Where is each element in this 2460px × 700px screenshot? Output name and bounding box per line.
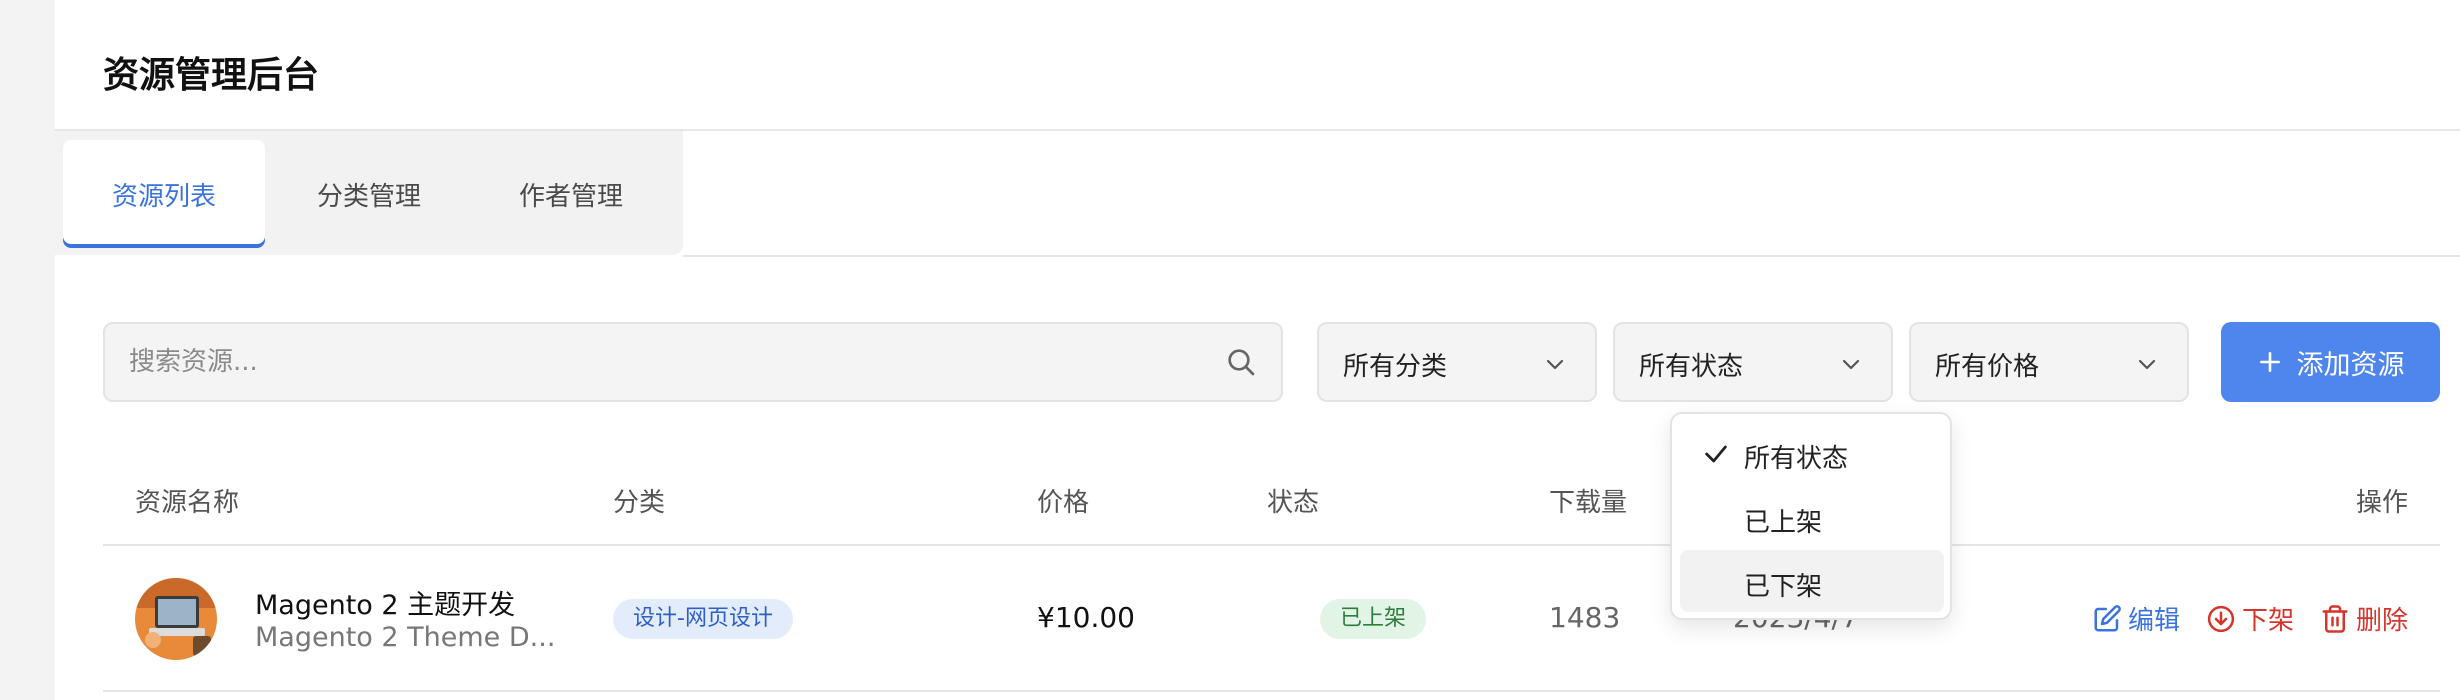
unpublish-button[interactable]: 下架 xyxy=(2206,600,2294,637)
status-select[interactable]: 所有状态 xyxy=(1613,322,1893,402)
edit-label: 编辑 xyxy=(2127,606,2180,636)
status-option-unpublished[interactable]: 已下架 xyxy=(1680,550,1944,612)
price-select[interactable]: 所有价格 xyxy=(1909,322,2189,402)
search-input[interactable] xyxy=(129,324,1189,400)
category-badge: 设计-网页设计 xyxy=(613,599,793,639)
status-option-label: 所有状态 xyxy=(1744,444,1849,474)
status-badge: 已上架 xyxy=(1320,599,1427,639)
category-select[interactable]: 所有分类 xyxy=(1317,322,1597,402)
chevron-down-icon xyxy=(1842,359,1860,370)
column-header-status: 状态 xyxy=(1267,488,1320,518)
page-title: 资源管理后台 xyxy=(103,55,320,96)
category-select-value: 所有分类 xyxy=(1343,352,1448,382)
status-select-value: 所有状态 xyxy=(1639,352,1744,382)
status-option-label: 已下架 xyxy=(1744,572,1823,602)
status-option-all[interactable]: 所有状态 xyxy=(1680,422,1944,484)
price-value: ¥10.00 xyxy=(1037,601,1135,634)
add-resource-label: 添加资源 xyxy=(2296,349,2405,380)
add-resource-button[interactable]: 添加资源 xyxy=(2221,322,2440,402)
app-header: 资源管理后台 xyxy=(55,0,2460,131)
arrow-down-circle-icon xyxy=(2207,605,2235,632)
column-header-category: 分类 xyxy=(613,488,666,518)
resource-thumbnail xyxy=(135,578,217,660)
status-option-label: 已上架 xyxy=(1744,508,1823,538)
delete-label: 删除 xyxy=(2355,606,2408,636)
tabs-divider xyxy=(683,255,2460,257)
chevron-down-icon xyxy=(2138,359,2156,370)
status-option-published[interactable]: 已上架 xyxy=(1680,486,1944,548)
tab-author-management[interactable]: 作者管理 xyxy=(470,140,672,248)
edit-icon xyxy=(2094,604,2121,631)
column-header-name: 资源名称 xyxy=(135,488,240,518)
table-row: Magento 2 主题开发 Magento 2 Theme D... 设计-网… xyxy=(103,546,2440,692)
check-icon xyxy=(1705,445,1727,463)
column-header-downloads: 下载量 xyxy=(1549,488,1628,518)
column-header-price: 价格 xyxy=(1037,488,1090,518)
column-header-actions: 操作 xyxy=(2355,488,2408,518)
trash-icon xyxy=(2322,604,2348,633)
search-icon[interactable] xyxy=(1225,346,1257,378)
tab-resource-list[interactable]: 资源列表 xyxy=(63,140,265,248)
edit-button[interactable]: 编辑 xyxy=(2092,600,2180,637)
tab-bar: 资源列表 分类管理 作者管理 xyxy=(55,131,683,255)
app-window: 资源管理后台 资源列表 分类管理 作者管理 所有分类 所有状态 所有价格 添加资… xyxy=(55,0,2460,700)
status-dropdown-menu: 所有状态 已上架 已下架 xyxy=(1670,412,1952,620)
delete-button[interactable]: 删除 xyxy=(2320,600,2408,637)
downloads-value: 1483 xyxy=(1549,601,1621,634)
tab-category-management[interactable]: 分类管理 xyxy=(268,140,470,248)
price-select-value: 所有价格 xyxy=(1935,352,2040,382)
table-header: 资源名称 分类 价格 状态 下载量 操作 xyxy=(103,450,2440,546)
row-actions: 编辑 下架 删除 xyxy=(2092,600,2408,637)
resource-subtitle: Magento 2 Theme D... xyxy=(255,622,556,653)
unpublish-label: 下架 xyxy=(2241,606,2294,636)
plus-icon xyxy=(2259,352,2280,372)
resource-name: Magento 2 主题开发 xyxy=(255,590,516,621)
search-box xyxy=(103,322,1283,402)
chevron-down-icon xyxy=(1546,359,1564,370)
